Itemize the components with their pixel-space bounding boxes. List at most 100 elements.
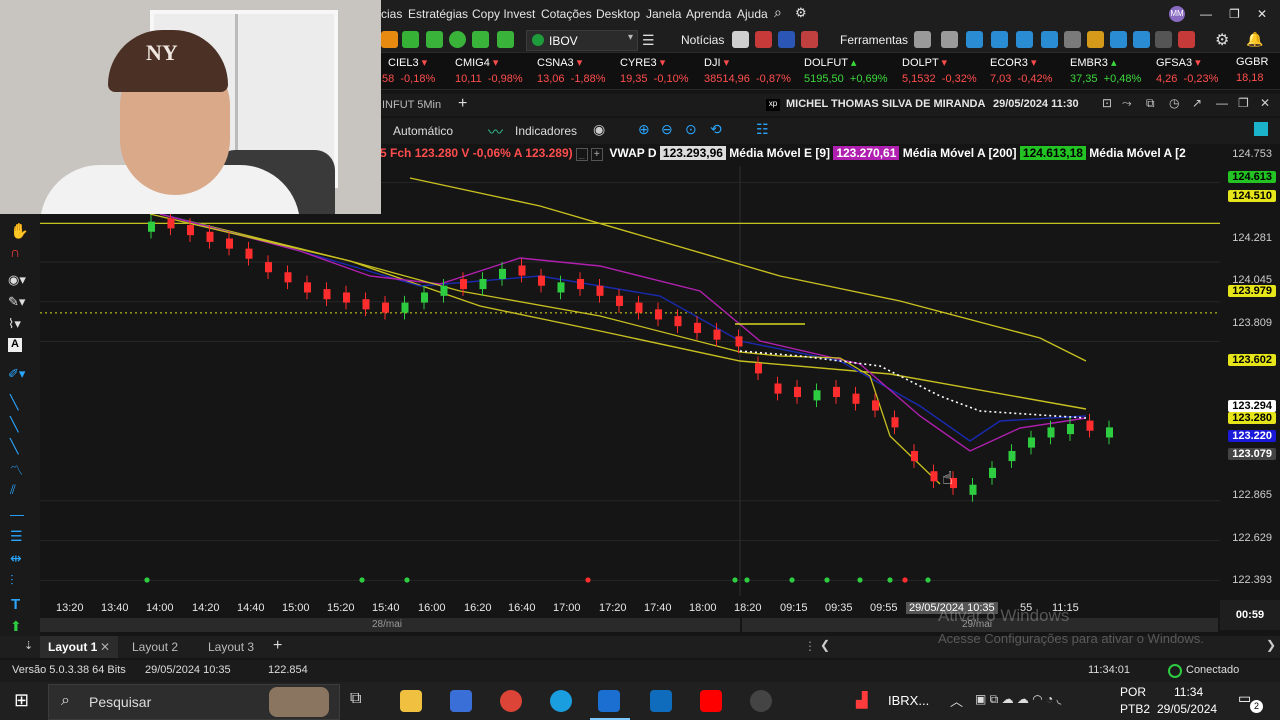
- tab-layout-1[interactable]: Layout 1 ✕: [40, 636, 118, 658]
- price-chart[interactable]: ☝: [40, 166, 1220, 596]
- list-menu-icon[interactable]: ☰: [642, 32, 655, 49]
- price-axis[interactable]: 124.753 124.281 124.045 123.809 122.865 …: [1220, 146, 1280, 630]
- keyboard-label[interactable]: PTB2: [1120, 702, 1150, 716]
- range-icon[interactable]: ⇹: [10, 550, 22, 567]
- arrow-up-icon[interactable]: ⬆: [10, 618, 22, 635]
- tools-icon[interactable]: ⚙: [795, 5, 807, 21]
- pen-icon[interactable]: ✎▾: [8, 294, 25, 310]
- restore-icon[interactable]: ❐: [1229, 7, 1240, 21]
- clock-date[interactable]: 29/05/2024: [1157, 702, 1217, 716]
- tool-icon-10[interactable]: [1133, 31, 1150, 48]
- calendar-icon[interactable]: [755, 31, 772, 48]
- menu-item[interactable]: Estratégias: [408, 7, 468, 21]
- edge-icon[interactable]: [550, 690, 572, 712]
- brush-icon[interactable]: ⌇▾: [8, 316, 21, 332]
- ticker-item[interactable]: EMBR3 ▴ 37,35 +0,48%: [1070, 56, 1141, 85]
- tab-layout-3[interactable]: Layout 3: [208, 640, 254, 654]
- magnet-icon[interactable]: ∩: [10, 244, 20, 260]
- panel-icon[interactable]: [1254, 122, 1268, 136]
- c-icon[interactable]: [381, 31, 398, 48]
- tools-button[interactable]: Ferramentas: [840, 33, 908, 47]
- bars-icon[interactable]: [472, 31, 489, 48]
- volume-profile-icon[interactable]: ⫶: [10, 572, 14, 589]
- news-button[interactable]: Notícias: [681, 33, 724, 47]
- file-explorer-icon[interactable]: [400, 690, 422, 712]
- handle-icon[interactable]: ⋮: [804, 639, 816, 653]
- hline-icon[interactable]: —: [10, 506, 24, 522]
- task-view-icon[interactable]: ⧉: [350, 690, 361, 708]
- close-icon[interactable]: ✕: [100, 640, 110, 654]
- minimize-icon[interactable]: —: [1216, 96, 1228, 110]
- ticker-item[interactable]: CIEL3 ▾ 58 -0,18%: [382, 56, 435, 85]
- pie-icon[interactable]: [449, 31, 466, 48]
- tray-icons[interactable]: ▣ ⧉ ☁ ☁ ◠ ◔ ◟: [975, 692, 1061, 707]
- tool-icon-2[interactable]: [941, 31, 958, 48]
- eye-icon[interactable]: ◉▾: [8, 272, 26, 288]
- ticker-item[interactable]: CSNA3 ▾ 13,06 -1,88%: [537, 56, 606, 85]
- scroll-left-icon[interactable]: ❮: [820, 638, 830, 652]
- calculator-icon[interactable]: [732, 31, 749, 48]
- zoom-in-icon[interactable]: ⊕: [638, 121, 650, 138]
- hand-icon[interactable]: ✋: [10, 222, 29, 240]
- gear-icon[interactable]: ⚙: [1215, 30, 1229, 50]
- ibrx-widget[interactable]: IBRX...: [888, 693, 929, 708]
- auto-button[interactable]: Automático: [393, 124, 453, 138]
- zoom-fit-icon[interactable]: ⊙: [685, 121, 697, 138]
- aki-icon[interactable]: [1155, 31, 1172, 48]
- trendline-icon[interactable]: ╲: [10, 394, 18, 411]
- eye-icon[interactable]: ◉: [593, 121, 605, 138]
- share-icon[interactable]: ⤳: [1122, 96, 1132, 111]
- add-icon[interactable]: +: [590, 148, 603, 161]
- menu-item[interactable]: Aprenda: [686, 7, 731, 21]
- tool-icon-1[interactable]: [914, 31, 931, 48]
- avatar[interactable]: MM: [1169, 6, 1185, 22]
- ticker-item[interactable]: ECOR3 ▾ 7,03 -0,42%: [990, 56, 1052, 85]
- tool-icon-7[interactable]: [1064, 31, 1081, 48]
- menu-item[interactable]: Cotações: [541, 7, 592, 21]
- tool-icon-4[interactable]: [991, 31, 1008, 48]
- settings-list-icon[interactable]: ☷: [756, 121, 769, 138]
- youtube-icon[interactable]: [700, 690, 722, 712]
- alert-icon[interactable]: [1178, 31, 1195, 48]
- extended-line-icon[interactable]: ╲: [10, 438, 18, 455]
- clock[interactable]: 11:34: [1174, 685, 1203, 699]
- tool-icon-9[interactable]: [1110, 31, 1127, 48]
- v-icon[interactable]: [402, 31, 419, 48]
- fib-icon[interactable]: ☰: [10, 528, 23, 545]
- chart-tab[interactable]: INFUT 5Min: [382, 99, 441, 111]
- tool-icon-5[interactable]: [1016, 31, 1033, 48]
- indicators-button[interactable]: Indicadores: [515, 124, 577, 138]
- close-icon[interactable]: ✕: [1257, 7, 1267, 21]
- restore-icon[interactable]: ❐: [1238, 96, 1249, 110]
- ticker-item[interactable]: GFSA3 ▾ 4,26 -0,23%: [1156, 56, 1218, 85]
- minimize-icon[interactable]: _: [576, 148, 588, 161]
- ticker-item[interactable]: CYRE3 ▾ 19,35 -0,10%: [620, 56, 689, 85]
- channel-icon[interactable]: ⫽: [10, 482, 16, 498]
- window-icon[interactable]: ⧉: [1146, 96, 1155, 111]
- store-icon[interactable]: [450, 690, 472, 712]
- language-label[interactable]: POR: [1120, 685, 1146, 699]
- recorder-icon[interactable]: [750, 690, 772, 712]
- clock-icon[interactable]: ◷: [1169, 96, 1179, 110]
- windows-start-icon[interactable]: ⊞: [14, 690, 29, 711]
- asset-selector[interactable]: IBOV ▾: [526, 30, 638, 51]
- tv-icon[interactable]: [778, 31, 795, 48]
- text-box-icon[interactable]: A: [8, 338, 22, 352]
- ticker-item[interactable]: DOLPT ▾ 5,1532 -0,32%: [902, 56, 977, 85]
- line-icon[interactable]: ✐▾: [8, 366, 25, 382]
- ticker-item[interactable]: DOLFUT ▴ 5195,50 +0,69%: [804, 56, 888, 85]
- tray-chevron-icon[interactable]: ︿: [950, 691, 963, 710]
- search-icon[interactable]: ⌕: [774, 4, 782, 21]
- collapse-icon[interactable]: ⇣: [24, 639, 33, 652]
- text-icon[interactable]: T: [11, 596, 20, 613]
- zoom-out-icon[interactable]: ⊖: [661, 121, 673, 138]
- scroll-right-icon[interactable]: ❯: [1266, 638, 1276, 652]
- trend-icon[interactable]: ↗: [1192, 96, 1202, 110]
- tab-layout-2[interactable]: Layout 2: [132, 640, 178, 654]
- ticker-item[interactable]: CMIG4 ▾ 10,11 -0,98%: [455, 56, 523, 85]
- outlook-icon[interactable]: [650, 690, 672, 712]
- list-icon[interactable]: [426, 31, 443, 48]
- chrome-icon[interactable]: [500, 690, 522, 712]
- tool-icon-8[interactable]: [1087, 31, 1104, 48]
- reset-zoom-icon[interactable]: ⟲: [710, 121, 722, 138]
